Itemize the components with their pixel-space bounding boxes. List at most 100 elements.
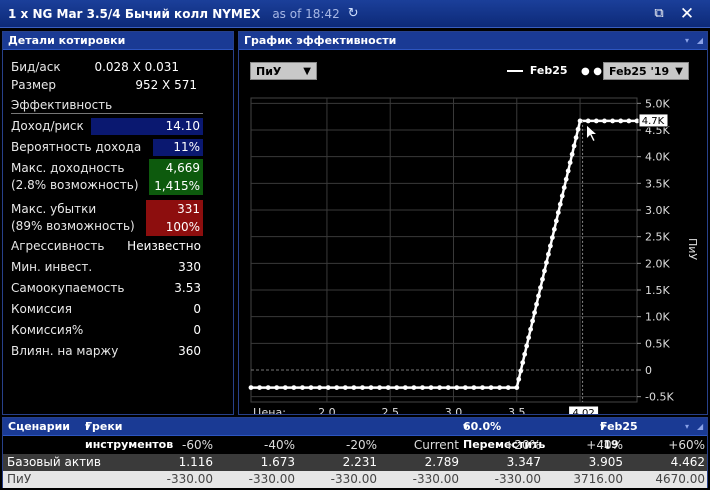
quote-details-title: Детали котировки: [8, 34, 126, 47]
aggressiveness-label: Агрессивность: [11, 239, 105, 253]
y-tick-label: 1.0K: [645, 311, 670, 324]
series-point-feb25-19: [325, 385, 331, 390]
col-header: -40%: [263, 438, 295, 452]
series-point-feb25-19: [534, 301, 539, 307]
reward-risk-value: 14.10: [91, 118, 203, 135]
series-point-feb25-19: [551, 226, 557, 232]
series-point-feb25-19: [553, 218, 559, 224]
series-point-feb25-19: [454, 385, 460, 390]
max-profit-label: Макс. доходность: [11, 161, 125, 175]
pnl-chart[interactable]: 2.02.53.03.54.05.0K4.5K4.0K3.5K3.0K2.5K2…: [239, 50, 707, 414]
x-axis-title: Цена:: [253, 406, 286, 414]
max-loss-value: 331: [177, 202, 200, 216]
table-cell: 3.347: [506, 455, 541, 469]
series-point-feb25-19: [411, 385, 417, 390]
margin-impact-label: Влиян. на маржу: [11, 344, 119, 358]
series-point-feb25-19: [308, 385, 314, 390]
series-point-feb25-19: [593, 118, 599, 124]
table-cell: 3.905: [588, 455, 623, 469]
series-point-feb25-19: [538, 285, 543, 290]
max-profit-value: 4,669: [165, 161, 200, 175]
series-point-feb25-19: [377, 385, 382, 390]
x-tick-label: 3.5: [508, 406, 526, 414]
series-point-feb25-19: [565, 168, 571, 174]
y-tick-label: 0.5K: [645, 337, 670, 350]
min-invest-label: Мин. инвест.: [11, 260, 93, 274]
series-point-feb25-19: [317, 385, 322, 390]
scenario-row-underlying: Базовый актив 1.116 1.673 2.231 2.789 3.…: [3, 454, 707, 471]
col-header: +40%: [586, 438, 623, 452]
x-tick-label: 2.5: [381, 406, 399, 414]
series-point-feb25-19: [557, 201, 563, 207]
aggressiveness-value: Неизвестно: [127, 239, 201, 253]
series-point-feb25-19: [351, 385, 357, 390]
max-profit-percent: 1,415%: [154, 179, 200, 193]
x-tick-label: 2.0: [318, 406, 336, 414]
greeks-dropdown[interactable]: Греки инструментов ▾: [85, 418, 173, 451]
series-point-feb25-19: [265, 385, 271, 390]
commission-value: 0: [193, 302, 201, 316]
plot-area: [250, 97, 638, 403]
y-tick-label: 2.5K: [645, 231, 670, 244]
col-header: -20%: [345, 438, 377, 452]
series-point-feb25-19: [567, 160, 573, 165]
scenarios-column-headers: -60% -40% -20% Current +20% +40% +60%: [3, 437, 707, 454]
panel-resize-icon[interactable]: ◢: [697, 32, 703, 50]
series-point-feb25-19: [385, 385, 391, 390]
max-profit-box: 4,669 1,415%: [149, 159, 203, 195]
close-icon[interactable]: ✕: [678, 5, 696, 23]
commission-label: Комиссия: [11, 302, 72, 316]
move-dropdown[interactable]: 60.0% Переместить ▾: [463, 418, 545, 451]
scenarios-resize-icon[interactable]: ◢: [697, 418, 703, 436]
efficiency-section-label: Эффективность: [11, 98, 113, 112]
row-label: ПиУ: [7, 472, 32, 486]
scenario-row-pnl: ПиУ -330.00 -330.00 -330.00 -330.00 -330…: [3, 471, 707, 488]
series-point-feb25-19: [575, 126, 581, 132]
max-loss-chance-label: (89% возможность): [11, 219, 135, 233]
table-cell: 4.462: [670, 455, 705, 469]
popout-icon[interactable]: ⧉: [650, 5, 668, 23]
expiry-dropdown[interactable]: Feb25 '19 ▾: [600, 418, 638, 451]
series-point-feb25-19: [559, 193, 565, 199]
series-point-feb25-19: [540, 276, 545, 282]
series-point-feb25-19: [555, 210, 561, 216]
scenarios-menu-icon[interactable]: ▾: [685, 418, 689, 436]
series-point-feb25-19: [618, 118, 624, 124]
table-cell: 4670.00: [655, 472, 705, 486]
series-point-feb25-19: [577, 118, 583, 124]
y-axis-title: ПиУ: [686, 238, 699, 260]
series-point-feb25-19: [602, 118, 607, 124]
series-line-feb25: [251, 119, 637, 389]
table-cell: -330.00: [412, 472, 459, 486]
y-tick-label: 5.0K: [645, 97, 670, 110]
series-point-feb25-19: [342, 385, 348, 390]
table-cell: 2.231: [342, 455, 377, 469]
series-point-feb25-19: [497, 385, 503, 390]
series-point-feb25-19: [445, 385, 451, 390]
scenarios-panel: Сценарии Греки инструментов ▾ 60.0% Пере…: [2, 417, 708, 488]
series-point-feb25-19: [462, 385, 468, 390]
profit-probability-label: Вероятность дохода: [11, 140, 142, 154]
series-point-feb25-19: [571, 143, 577, 149]
breakeven-value: 3.53: [174, 281, 201, 295]
table-cell: -330.00: [248, 472, 295, 486]
x-tick-label: 3.0: [445, 406, 463, 414]
series-point-feb25-19: [524, 343, 530, 349]
panel-menu-icon[interactable]: ▾: [685, 32, 689, 50]
performance-chart-header: График эффективности ▾ ◢: [239, 32, 707, 50]
series-point-feb25-19: [471, 385, 477, 390]
series-point-feb25-19: [546, 251, 551, 257]
refresh-icon[interactable]: ↻: [348, 6, 359, 21]
series-point-feb25-19: [368, 385, 374, 390]
scenarios-header: Сценарии Греки инструментов ▾ 60.0% Пере…: [3, 418, 707, 451]
series-point-feb25-19: [334, 385, 340, 390]
margin-impact-value: 360: [178, 344, 201, 358]
y-tick-label: 4.0K: [645, 151, 670, 164]
series-point-feb25-19: [573, 135, 579, 140]
y-tick-label: 3.0K: [645, 204, 670, 217]
series-point-feb25-19: [282, 385, 288, 390]
performance-chart-title: График эффективности: [244, 34, 397, 47]
series-point-feb25-19: [547, 243, 553, 249]
series-point-feb25-19: [394, 385, 400, 390]
breakeven-label: Самоокупаемость: [11, 281, 125, 295]
